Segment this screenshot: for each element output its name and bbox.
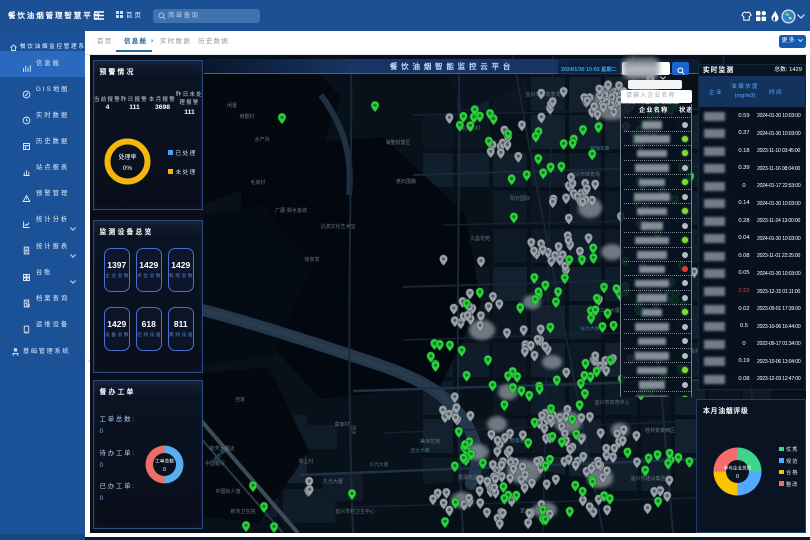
svg-text:处理率: 处理率 <box>118 153 136 161</box>
svg-text:翠上村: 翠上村 <box>298 458 313 465</box>
svg-text:新芳卫生院: 新芳卫生院 <box>230 508 255 515</box>
svg-text:阳光国际: 阳光国际 <box>510 195 530 202</box>
svg-text:闲置: 闲置 <box>227 102 237 109</box>
svg-text:参与企业总数: 参与企业总数 <box>723 464 751 471</box>
svg-text:宜兴市体育中心: 宜兴市体育中心 <box>594 399 629 406</box>
svg-text:久元大厦: 久元大厦 <box>369 461 388 468</box>
svg-text:广厦·梨水金城: 广厦·梨水金城 <box>275 207 307 214</box>
svg-text:佳家: 佳家 <box>235 396 245 403</box>
svg-text:海聖财富区: 海聖财富区 <box>385 139 410 146</box>
svg-text:水产沟: 水产沟 <box>254 136 269 143</box>
svg-text:0: 0 <box>735 474 738 480</box>
svg-text:宜兴市建设集团: 宜兴市建设集团 <box>630 475 665 482</box>
svg-text:文昌花苑: 文昌花苑 <box>470 235 490 242</box>
svg-text:久光大厦: 久光大厦 <box>323 478 343 485</box>
svg-text:桂林景泰西区: 桂林景泰西区 <box>645 427 675 434</box>
svg-text:毛家村: 毛家村 <box>250 179 265 186</box>
svg-text:富家村: 富家村 <box>334 421 349 428</box>
svg-text:氿滨文化艺术宝: 氿滨文化艺术宝 <box>320 223 355 230</box>
svg-text:麻聖村: 麻聖村 <box>239 113 254 120</box>
svg-text:黄石围路: 黄石围路 <box>396 178 416 185</box>
svg-text:香湖天品: 香湖天品 <box>458 474 478 481</box>
svg-text:中国好人馆: 中国好人馆 <box>215 488 240 495</box>
svg-text:0%: 0% <box>122 165 132 172</box>
svg-text:0: 0 <box>162 467 165 473</box>
svg-text:宜兴市村卫生中心: 宜兴市村卫生中心 <box>335 508 375 515</box>
svg-text:徐家发: 徐家发 <box>304 256 319 263</box>
svg-text:美伟花苑: 美伟花苑 <box>420 438 440 445</box>
svg-text:工单总数: 工单总数 <box>154 458 173 465</box>
svg-text:西氿: 西氿 <box>350 425 357 435</box>
